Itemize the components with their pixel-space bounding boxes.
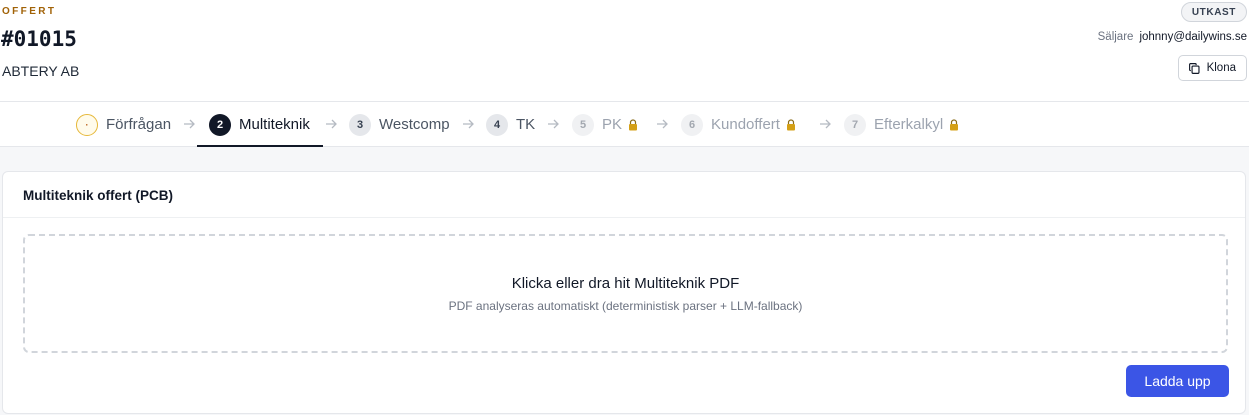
dropzone-subtitle: PDF analyseras automatiskt (deterministi… [448, 299, 803, 313]
copy-icon [1188, 62, 1200, 74]
lock-icon [629, 118, 638, 130]
dropzone-title: Klicka eller dra hit Multiteknik PDF [511, 275, 740, 292]
step-tk[interactable]: 4 TK [486, 102, 535, 147]
card-divider [3, 217, 1245, 218]
step-forfragan[interactable]: · Förfrågan [76, 102, 171, 147]
step-label: Kundoffert [711, 116, 780, 133]
arrow-right-icon [657, 119, 668, 129]
step-label: TK [516, 116, 536, 133]
lock-icon [950, 118, 959, 130]
step-number: · [76, 113, 98, 136]
arrow-right-icon [326, 119, 337, 129]
step-label: Westcomp [379, 116, 450, 133]
lock-icon [786, 118, 795, 130]
clone-button-label: Klona [1206, 62, 1236, 74]
step-efterkalkyl: 7 Efterkalkyl [844, 102, 959, 147]
workflow-stepper: · Förfrågan 2 Multiteknik 3 Westcomp 4 T… [0, 102, 1249, 147]
step-pk: 5 PK [572, 102, 638, 147]
pdf-dropzone[interactable]: Klicka eller dra hit Multiteknik PDF PDF… [23, 234, 1228, 353]
arrow-right-icon [548, 119, 559, 129]
step-number: 7 [844, 113, 866, 136]
customer-name: ABTERY AB [2, 63, 80, 79]
active-step-indicator [197, 145, 323, 147]
step-number: 2 [209, 113, 231, 136]
step-number: 4 [486, 113, 508, 136]
seller-label: Säljare [1097, 31, 1134, 43]
offer-header: OFFERT #01015 ABTERY AB UTKAST Säljare j… [0, 0, 1249, 102]
arrow-right-icon [820, 119, 831, 129]
multiteknik-offer-card: Multiteknik offert (PCB) Klicka eller dr… [2, 171, 1246, 414]
step-label: Förfrågan [106, 116, 172, 133]
upload-button[interactable]: Ladda upp [1126, 365, 1229, 397]
step-label: Efterkalkyl [874, 116, 944, 133]
step-label: Multiteknik [239, 116, 310, 133]
status-badge: UTKAST [1180, 2, 1247, 22]
seller-email: johnny@dailywins.se [1139, 31, 1247, 43]
order-number: #01015 [1, 27, 77, 51]
step-number: 3 [349, 113, 371, 136]
arrow-right-icon [463, 119, 474, 129]
step-westcomp[interactable]: 3 Westcomp [349, 102, 450, 147]
step-kundoffert: 6 Kundoffert [681, 102, 796, 147]
step-number: 5 [572, 113, 594, 136]
step-multiteknik[interactable]: 2 Multiteknik [209, 102, 310, 147]
clone-button[interactable]: Klona [1177, 55, 1247, 81]
document-type-label: OFFERT [2, 6, 57, 17]
arrow-right-icon [184, 119, 195, 129]
step-label: PK [602, 116, 623, 133]
card-title: Multiteknik offert (PCB) [23, 188, 173, 203]
step-number: 6 [681, 113, 703, 136]
seller-info: Säljare johnny@dailywins.se [1098, 31, 1247, 43]
